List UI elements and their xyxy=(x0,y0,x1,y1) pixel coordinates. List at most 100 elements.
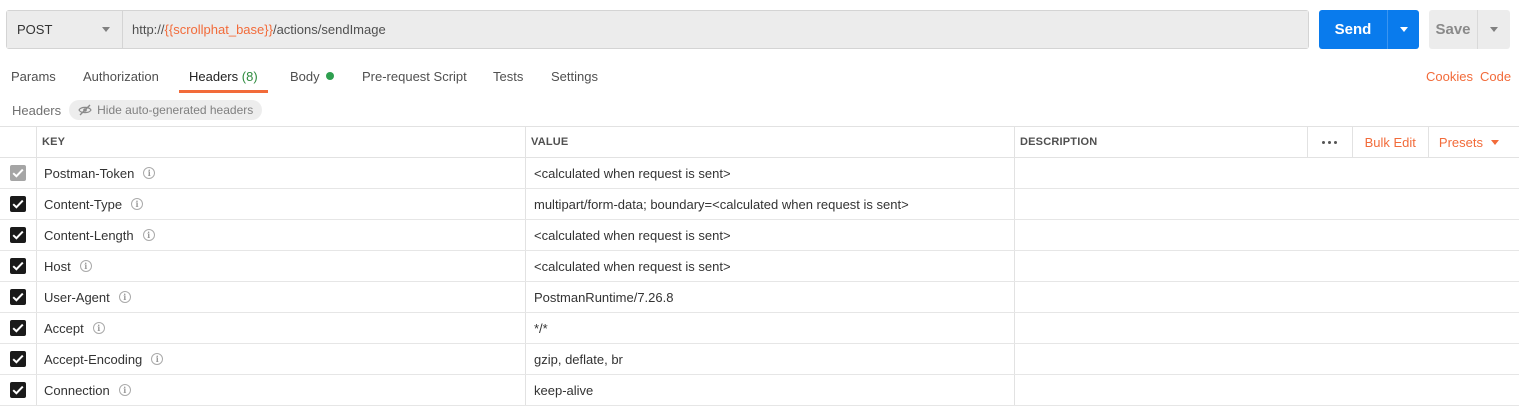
save-button[interactable]: Save xyxy=(1429,10,1510,49)
row-key: Content-Type xyxy=(44,196,123,212)
row-key-cell[interactable]: Postman-Token i xyxy=(37,158,526,188)
row-checkbox[interactable] xyxy=(10,196,26,212)
url-input[interactable]: http://{{scrollphat_base}}/actions/sendI… xyxy=(123,11,1308,48)
row-description-cell[interactable] xyxy=(1015,344,1519,374)
table-row: Accept-Encoding i gzip, deflate, br xyxy=(0,344,1519,375)
more-options-icon[interactable] xyxy=(1306,127,1353,158)
chevron-down-icon xyxy=(1399,27,1408,32)
row-key-cell[interactable]: Content-Type i xyxy=(37,189,526,219)
tab-settings[interactable]: Settings xyxy=(551,60,598,93)
table-header: KEY VALUE DESCRIPTION Bulk Edit Presets xyxy=(0,127,1519,158)
row-value: */* xyxy=(534,320,548,336)
url-prefix: http:// xyxy=(132,22,165,37)
row-checkbox[interactable] xyxy=(10,227,26,243)
row-key-cell[interactable]: Connection i xyxy=(37,375,526,405)
eye-off-icon xyxy=(78,104,92,116)
checkmark-icon xyxy=(12,323,24,333)
row-value-cell[interactable]: <calculated when request is sent> xyxy=(526,220,1015,250)
row-description-cell[interactable] xyxy=(1015,158,1519,188)
cookies-link[interactable]: Cookies xyxy=(1426,60,1473,93)
row-key-cell[interactable]: Accept-Encoding i xyxy=(37,344,526,374)
row-check-cell xyxy=(0,189,37,219)
row-value-cell[interactable]: <calculated when request is sent> xyxy=(526,158,1015,188)
info-icon[interactable]: i xyxy=(118,291,131,303)
row-check-cell xyxy=(0,313,37,343)
row-value-cell[interactable]: keep-alive xyxy=(526,375,1015,405)
send-options-button[interactable] xyxy=(1387,10,1419,49)
row-checkbox[interactable] xyxy=(10,351,26,367)
info-icon[interactable]: i xyxy=(151,353,164,365)
table-row: Content-Length i <calculated when request … xyxy=(0,220,1519,251)
row-description-cell[interactable] xyxy=(1015,282,1519,312)
row-check-cell xyxy=(0,251,37,281)
checkmark-icon xyxy=(12,230,24,240)
tab-authorization[interactable]: Authorization xyxy=(83,60,159,93)
table-row: Connection i keep-alive xyxy=(0,375,1519,406)
info-icon[interactable]: i xyxy=(92,322,105,334)
info-icon[interactable]: i xyxy=(143,167,156,179)
tab-pre-request-script[interactable]: Pre-request Script xyxy=(362,60,467,93)
method-select[interactable]: POST xyxy=(7,11,123,48)
send-button-label: Send xyxy=(1334,21,1372,38)
table-actions: Bulk Edit Presets xyxy=(1306,127,1499,158)
row-description-cell[interactable] xyxy=(1015,375,1519,405)
tab-headers[interactable]: Headers (8) xyxy=(179,60,268,93)
row-value-cell[interactable]: PostmanRuntime/7.26.8 xyxy=(526,282,1015,312)
row-key-cell[interactable]: Host i xyxy=(37,251,526,281)
tab-params[interactable]: Params xyxy=(11,60,56,93)
row-key: Postman-Token xyxy=(44,165,135,181)
tab-tests[interactable]: Tests xyxy=(493,60,523,93)
row-description-cell[interactable] xyxy=(1015,189,1519,219)
table-row: Accept i */* xyxy=(0,313,1519,344)
row-checkbox[interactable] xyxy=(10,258,26,274)
row-value-cell[interactable]: gzip, deflate, br xyxy=(526,344,1015,374)
hide-auto-generated-headers-label: Hide auto-generated headers xyxy=(97,103,254,117)
row-checkbox[interactable] xyxy=(10,289,26,305)
row-key-cell[interactable]: User-Agent i xyxy=(37,282,526,312)
row-checkbox[interactable] xyxy=(10,382,26,398)
header-check-cell xyxy=(0,127,37,157)
row-description-cell[interactable] xyxy=(1015,313,1519,343)
bulk-edit-button[interactable]: Bulk Edit xyxy=(1353,127,1429,158)
row-key: Connection xyxy=(44,382,110,398)
row-value: gzip, deflate, br xyxy=(534,351,623,367)
row-description-cell[interactable] xyxy=(1015,251,1519,281)
info-icon[interactable]: i xyxy=(118,384,131,396)
method-label: POST xyxy=(17,22,53,37)
hide-auto-generated-headers-button[interactable]: Hide auto-generated headers xyxy=(69,100,263,120)
tab-body[interactable]: Body xyxy=(290,60,334,93)
checkmark-icon xyxy=(12,385,24,395)
row-check-cell xyxy=(0,344,37,374)
info-icon[interactable]: i xyxy=(131,198,144,210)
headers-subheader: Headers Hide auto-generated headers xyxy=(12,100,263,120)
info-icon[interactable]: i xyxy=(79,260,92,272)
presets-dropdown[interactable]: Presets xyxy=(1429,127,1499,158)
row-value-cell[interactable]: multipart/form-data; boundary=<calculate… xyxy=(526,189,1015,219)
send-button[interactable]: Send xyxy=(1319,10,1419,49)
info-icon[interactable]: i xyxy=(142,229,155,241)
column-header-key: KEY xyxy=(37,127,526,157)
url-suffix: /actions/sendImage xyxy=(272,22,386,37)
tab-body-label: Body xyxy=(290,69,320,84)
table-body: Postman-Token i <calculated when request i… xyxy=(0,158,1519,406)
row-checkbox[interactable] xyxy=(10,320,26,336)
code-link[interactable]: Code xyxy=(1480,60,1511,93)
row-key: Accept-Encoding xyxy=(44,351,143,367)
row-value-cell[interactable]: <calculated when request is sent> xyxy=(526,251,1015,281)
row-check-cell xyxy=(0,375,37,405)
chevron-down-icon xyxy=(1490,27,1498,32)
checkmark-icon xyxy=(12,168,24,178)
tab-headers-label: Headers xyxy=(189,69,239,84)
row-key-cell[interactable]: Content-Length i xyxy=(37,220,526,250)
row-value-cell[interactable]: */* xyxy=(526,313,1015,343)
row-value: PostmanRuntime/7.26.8 xyxy=(534,289,674,305)
save-options-button[interactable] xyxy=(1477,10,1510,49)
row-description-cell[interactable] xyxy=(1015,220,1519,250)
table-row: Postman-Token i <calculated when request i… xyxy=(0,158,1519,189)
row-value: multipart/form-data; boundary=<calculate… xyxy=(534,196,909,212)
headers-table: KEY VALUE DESCRIPTION Bulk Edit Presets … xyxy=(0,126,1519,406)
checkmark-icon xyxy=(12,354,24,364)
row-key-cell[interactable]: Accept i xyxy=(37,313,526,343)
column-header-value: VALUE xyxy=(526,127,1015,157)
table-row: User-Agent i PostmanRuntime/7.26.8 xyxy=(0,282,1519,313)
